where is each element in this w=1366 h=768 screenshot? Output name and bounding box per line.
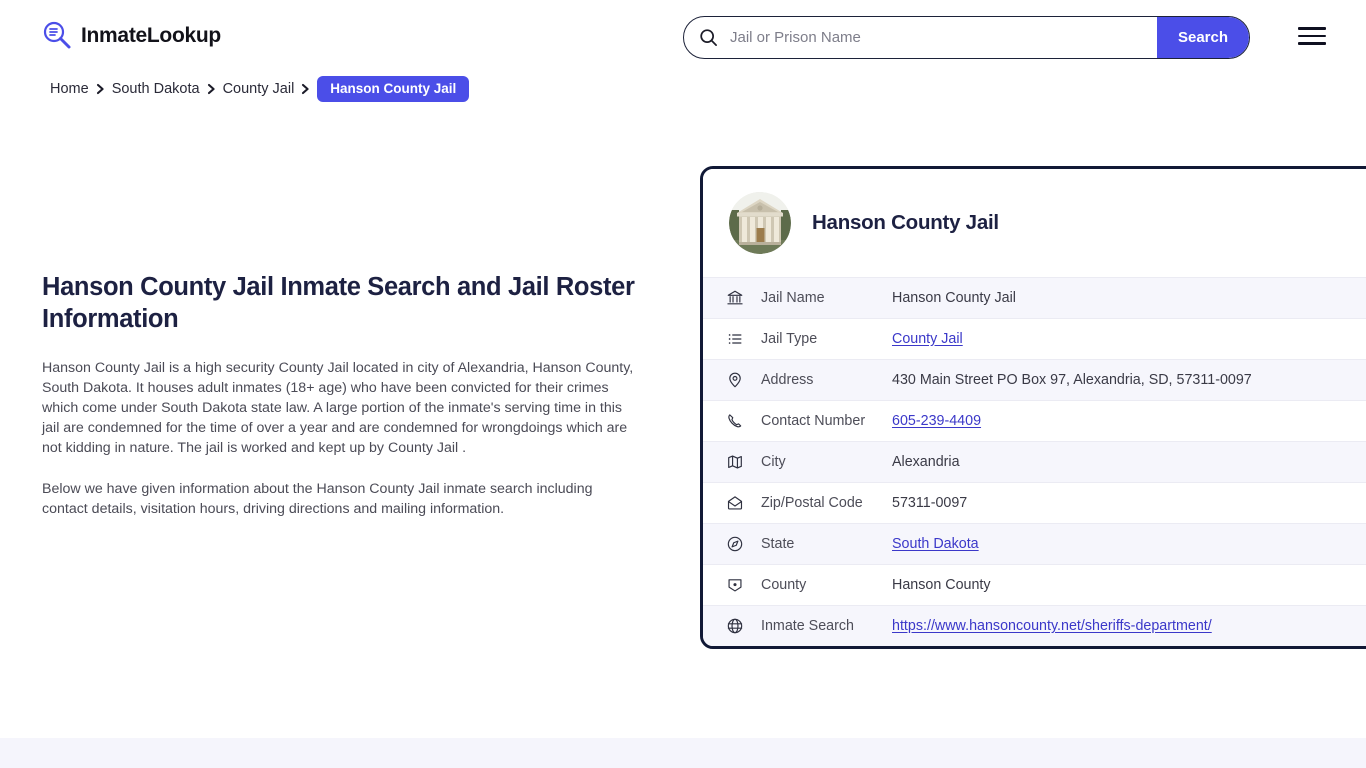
- description-paragraph-2: Below we have given information about th…: [42, 480, 593, 517]
- jail-details-table: Jail Name Hanson County Jail Jail Type C…: [703, 277, 1366, 646]
- jail-name-title: Hanson County Jail: [812, 211, 999, 234]
- bank-icon: [726, 289, 744, 307]
- jail-type-link[interactable]: County Jail: [892, 331, 963, 347]
- footer-band: [0, 738, 1366, 768]
- magnifier-list-icon: [42, 20, 72, 50]
- map-icon: [726, 453, 744, 471]
- search-icon: [699, 28, 718, 47]
- row-label: Jail Type: [761, 331, 818, 347]
- courthouse-building-photo: [729, 192, 791, 254]
- county-icon: [726, 576, 744, 594]
- breadcrumb-item-south-dakota[interactable]: South Dakota: [112, 81, 200, 97]
- table-row: Contact Number 605-239-4409: [703, 400, 1366, 441]
- hamburger-line: [1298, 27, 1326, 30]
- main-content: Hanson County Jail Inmate Search and Jai…: [42, 272, 642, 539]
- table-row: Inmate Search https://www.hansoncounty.n…: [703, 605, 1366, 646]
- chevron-right-icon: [96, 83, 105, 95]
- map-pin-icon: [726, 371, 744, 389]
- table-row: City Alexandria: [703, 441, 1366, 482]
- breadcrumb-item-home[interactable]: Home: [50, 81, 89, 97]
- breadcrumb: Home South Dakota County Jail Hanson Cou…: [50, 76, 470, 102]
- table-row: Address 430 Main Street PO Box 97, Alexa…: [703, 359, 1366, 400]
- chevron-right-icon: [207, 83, 216, 95]
- chevron-right-icon: [301, 83, 310, 95]
- row-label: Inmate Search: [761, 618, 854, 634]
- row-value: 605-239-4409: [892, 413, 1366, 429]
- row-label: Jail Name: [761, 290, 825, 306]
- row-value: Alexandria: [892, 454, 960, 470]
- jail-info-card-header: Hanson County Jail: [703, 169, 1366, 277]
- hamburger-line: [1298, 42, 1326, 45]
- row-value: Hanson County: [892, 577, 991, 593]
- brand-logo[interactable]: InmateLookup: [42, 20, 221, 50]
- table-row: Jail Type County Jail: [703, 318, 1366, 359]
- state-link[interactable]: South Dakota: [892, 536, 979, 552]
- row-label: County: [761, 577, 807, 593]
- table-row: Zip/Postal Code 57311-0097: [703, 482, 1366, 523]
- table-row: Jail Name Hanson County Jail: [703, 277, 1366, 318]
- breadcrumb-item-current: Hanson County Jail: [317, 76, 470, 102]
- row-value: Hanson County Jail: [892, 290, 1016, 306]
- table-row: County Hanson County: [703, 564, 1366, 605]
- row-value: South Dakota: [892, 536, 1366, 552]
- search-bar[interactable]: Search: [683, 16, 1250, 59]
- search-button[interactable]: Search: [1157, 17, 1249, 58]
- compass-icon: [726, 535, 744, 553]
- row-label: Address: [761, 372, 814, 388]
- brand-name: InmateLookup: [81, 23, 221, 47]
- inmate-search-link[interactable]: https://www.hansoncounty.net/sheriffs-de…: [892, 618, 1212, 634]
- row-label: State: [761, 536, 795, 552]
- description-paragraph-1: Hanson County Jail is a high security Co…: [42, 359, 634, 457]
- search-input[interactable]: [718, 17, 1157, 58]
- row-value: https://www.hansoncounty.net/sheriffs-de…: [892, 618, 1366, 634]
- phone-icon: [726, 412, 744, 430]
- row-label: City: [761, 454, 786, 470]
- page-title: Hanson County Jail Inmate Search and Jai…: [42, 273, 635, 333]
- row-value: County Jail: [892, 331, 1366, 347]
- list-icon: [726, 330, 744, 348]
- envelope-icon: [726, 494, 744, 512]
- contact-number-link[interactable]: 605-239-4409: [892, 413, 981, 429]
- table-row: State South Dakota: [703, 523, 1366, 564]
- row-label: Zip/Postal Code: [761, 495, 863, 511]
- site-header: InmateLookup Search: [0, 0, 1366, 74]
- row-label: Contact Number: [761, 413, 866, 429]
- jail-info-card: Hanson County Jail Jail Name Hanson Coun…: [700, 166, 1366, 649]
- breadcrumb-item-county-jail[interactable]: County Jail: [223, 81, 295, 97]
- row-value: 57311-0097: [892, 495, 968, 511]
- row-value: 430 Main Street PO Box 97, Alexandria, S…: [892, 372, 1252, 388]
- globe-icon: [726, 617, 744, 635]
- hamburger-line: [1298, 34, 1326, 38]
- hamburger-menu-icon[interactable]: [1298, 25, 1326, 47]
